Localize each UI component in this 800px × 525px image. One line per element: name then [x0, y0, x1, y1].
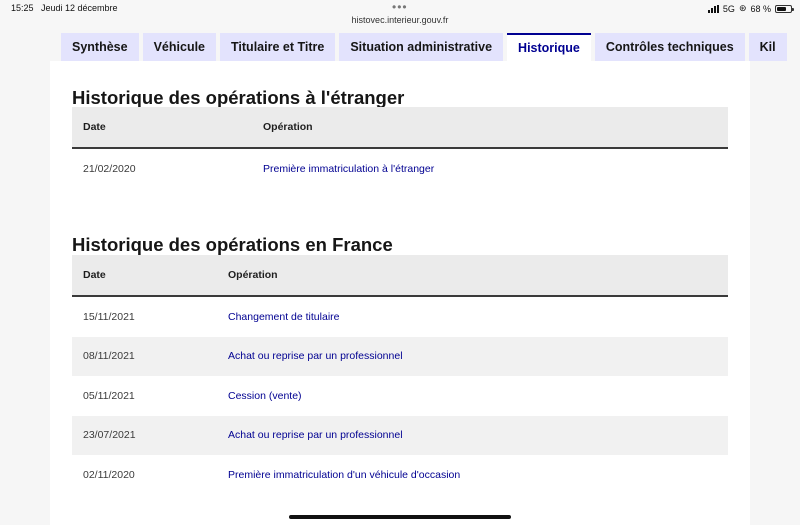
signal-icon — [707, 4, 719, 13]
row-date: 02/11/2020 — [83, 468, 135, 481]
column-header-date: Date — [83, 269, 106, 281]
status-indicators: 5G ⊛ 68 % — [707, 3, 794, 14]
row-date: 05/11/2021 — [83, 389, 135, 402]
table-header: Date Opération — [72, 107, 728, 149]
row-operation-link[interactable]: Achat ou reprise par un professionnel — [228, 429, 403, 441]
tab-contr-les-techniques[interactable]: Contrôles techniques — [594, 33, 745, 61]
row-date: 21/02/2020 — [83, 162, 136, 175]
status-date: Jeudi 12 décembre — [41, 3, 118, 13]
row-operation-link[interactable]: Achat ou reprise par un professionnel — [228, 350, 403, 362]
table-row: 05/11/2021 Cession (vente) — [72, 376, 728, 416]
tab-synth-se[interactable]: Synthèse — [61, 33, 139, 61]
tab-kil[interactable]: Kil — [748, 33, 787, 61]
table-row: 08/11/2021 Achat ou reprise par un profes… — [72, 336, 728, 376]
row-date: 15/11/2021 — [83, 310, 135, 323]
tab-historique[interactable]: Historique — [507, 33, 591, 61]
tab-situation-administrative[interactable]: Situation administrative — [339, 33, 504, 61]
row-operation-link[interactable]: Première immatriculation à l'étranger — [263, 163, 434, 175]
table-row: 23/07/2021 Achat ou reprise par un profes… — [72, 415, 728, 455]
status-time: 15:25 — [11, 3, 34, 13]
column-header-operation: Opération — [263, 121, 313, 133]
tab-v-hicule[interactable]: Véhicule — [142, 33, 217, 61]
battery-icon — [775, 4, 794, 13]
row-operation-link[interactable]: Changement de titulaire — [228, 311, 340, 323]
table-row: 21/02/2020 Première immatriculation à l'é… — [72, 149, 728, 189]
row-date: 23/07/2021 — [83, 429, 136, 442]
row-date: 08/11/2021 — [83, 350, 135, 363]
more-dots-icon[interactable]: ••• — [392, 0, 408, 14]
table-header: Date Opération — [72, 255, 728, 297]
table-row: 15/11/2021 Changement de titulaire — [72, 297, 728, 337]
foreign-history-title: Historique des opérations à l'étranger — [72, 87, 405, 108]
tab-bar: Synthèse Véhicule Titulaire et Titre Situat… — [61, 33, 787, 61]
column-header-date: Date — [83, 121, 106, 133]
address-url[interactable]: histovec.interieur.gouv.fr — [0, 15, 800, 25]
france-history-table: Date Opération 15/11/2021 Changement de t… — [72, 255, 728, 495]
tab-titulaire-et-titre[interactable]: Titulaire et Titre — [220, 33, 336, 61]
row-operation-link[interactable]: Cession (vente) — [228, 390, 302, 402]
battery-fill — [777, 6, 786, 11]
foreign-history-table: Date Opération 21/02/2020 Première immatr… — [72, 107, 728, 189]
france-history-title: Historique des opérations en France — [72, 234, 393, 255]
table-row: 02/11/2020 Première immatriculation d'un … — [72, 455, 728, 495]
network-label: 5G — [722, 3, 735, 14]
screen-lock-icon: ⊛ — [738, 3, 747, 13]
column-header-operation: Opération — [228, 269, 278, 281]
status-bar: 15:25 Jeudi 12 décembre ••• histovec.int… — [0, 0, 800, 30]
home-indicator[interactable] — [289, 515, 511, 519]
row-operation-link[interactable]: Première immatriculation d'un véhicule d… — [228, 469, 460, 481]
battery-percent: 68 % — [750, 3, 771, 14]
